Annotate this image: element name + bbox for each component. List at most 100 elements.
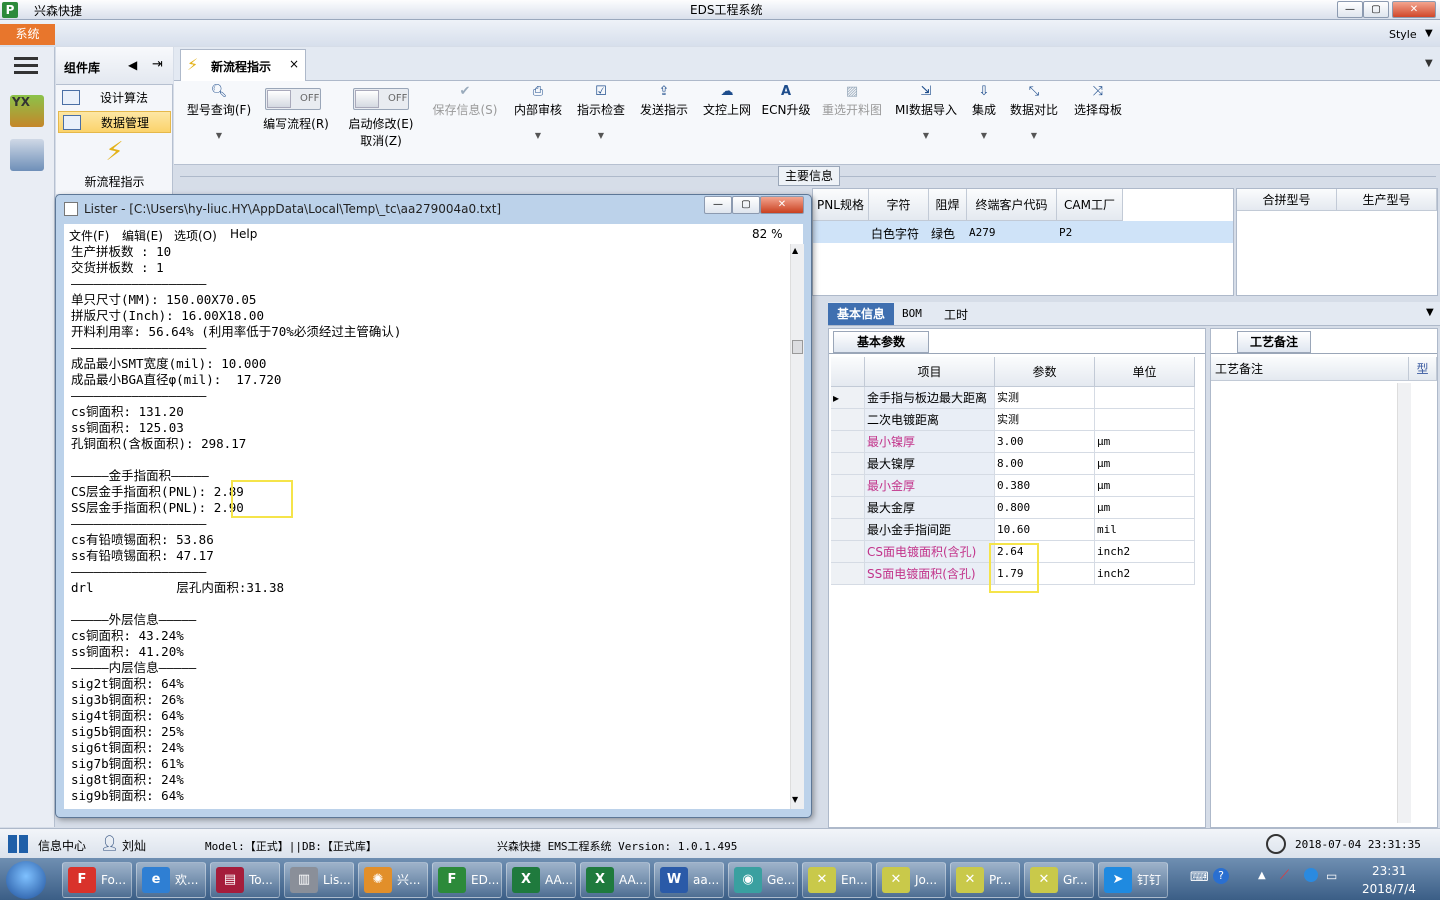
col-header-pnl[interactable]: PNL规格 bbox=[813, 189, 869, 221]
taskbar-item[interactable]: ▤ To... bbox=[210, 862, 280, 898]
table-row[interactable]: 最小金手指间距 10.60 mil bbox=[831, 519, 1195, 541]
internal-review-button[interactable]: ⎙ 内部审核 ▼ bbox=[508, 84, 568, 144]
row-selector[interactable] bbox=[831, 519, 865, 541]
table-row[interactable]: 二次电镀距离 实测 bbox=[831, 409, 1195, 431]
col-header-production-model[interactable]: 生产型号 bbox=[1337, 189, 1437, 211]
tab-list-dropdown-icon[interactable]: ▼ bbox=[1425, 58, 1433, 69]
lister-minimize-button[interactable]: — bbox=[704, 196, 732, 214]
write-flow-toggle[interactable]: OFF bbox=[265, 88, 321, 110]
row-selector[interactable] bbox=[831, 475, 865, 497]
tab-close-icon[interactable]: × bbox=[289, 57, 299, 71]
info-center-link[interactable]: 信息中心 bbox=[38, 837, 86, 854]
send-instruction-button[interactable]: ⇪ 发送指示 bbox=[634, 84, 694, 118]
style-dropdown-icon[interactable]: ▼ bbox=[1425, 28, 1433, 39]
col-header-cam-factory[interactable]: CAM工厂 bbox=[1057, 189, 1123, 221]
col-header-type[interactable]: 型 bbox=[1409, 357, 1437, 381]
maximize-button[interactable]: ▢ bbox=[1363, 1, 1389, 18]
scroll-up-icon[interactable]: ▲ bbox=[792, 246, 798, 255]
col-header-customer-code[interactable]: 终端客户代码 bbox=[967, 189, 1057, 221]
minimize-button[interactable]: — bbox=[1337, 1, 1363, 18]
display-icon[interactable]: ▭ bbox=[1326, 869, 1337, 883]
keyboard-icon[interactable]: ⌨ bbox=[1190, 870, 1209, 885]
table-row[interactable]: 最小金厚 0.380 μm bbox=[831, 475, 1195, 497]
taskbar-item[interactable]: ▥ Lis... bbox=[284, 862, 354, 898]
instruction-check-button[interactable]: ☑ 指示检查 ▼ bbox=[572, 84, 630, 144]
row-selector[interactable] bbox=[831, 409, 865, 431]
lower-tab-dropdown-icon[interactable]: ▼ bbox=[1426, 307, 1434, 318]
doc-control-online-button[interactable]: ☁ 文控上网 bbox=[698, 84, 756, 118]
col-header-param[interactable]: 参数 bbox=[995, 357, 1095, 387]
row-selector[interactable] bbox=[831, 541, 865, 563]
taskbar-item[interactable]: F ED... bbox=[432, 862, 502, 898]
lister-menu-help[interactable]: Help bbox=[230, 227, 257, 241]
table-row[interactable]: ▸ 金手指与板边最大距离 实测 bbox=[831, 387, 1195, 409]
taskbar-item[interactable]: ✕ Gr... bbox=[1024, 862, 1094, 898]
col-header-soldermask[interactable]: 阻焊 bbox=[929, 189, 967, 221]
tab-new-flow[interactable]: ⚡ 新流程指示 × bbox=[180, 49, 306, 82]
calculator-icon[interactable] bbox=[10, 139, 44, 171]
lister-maximize-button[interactable]: ▢ bbox=[732, 196, 760, 214]
col-header-unit[interactable]: 单位 bbox=[1095, 357, 1195, 387]
scroll-thumb[interactable] bbox=[792, 340, 803, 354]
mi-data-import-button[interactable]: ⇲ MI数据导入 ▼ bbox=[892, 84, 960, 144]
reselect-cutting-map-button[interactable]: ▨ 重选开料图 bbox=[816, 84, 888, 118]
tab-process-notes[interactable]: 工艺备注 bbox=[1237, 331, 1311, 353]
hamburger-menu-icon[interactable] bbox=[14, 57, 38, 60]
taskbar-item[interactable]: ◉ Ge... bbox=[728, 862, 798, 898]
table-row[interactable]: 最大金厚 0.800 μm bbox=[831, 497, 1195, 519]
save-info-button[interactable]: ✔ 保存信息(S) bbox=[428, 84, 502, 118]
taskbar-item[interactable]: ➤ 钉钉 bbox=[1098, 862, 1168, 898]
row-selector[interactable] bbox=[831, 431, 865, 453]
tab-work-hours[interactable]: 工时 bbox=[944, 306, 968, 323]
row-selector[interactable]: ▸ bbox=[831, 387, 865, 409]
taskbar-item[interactable]: X AA... bbox=[506, 862, 576, 898]
model-query-button[interactable]: 🔍︎ 型号查询(F) ▼ bbox=[184, 84, 254, 144]
lister-menu-options[interactable]: 选项(O) bbox=[174, 227, 217, 244]
col-header-silkscreen[interactable]: 字符 bbox=[869, 189, 929, 221]
data-compare-button[interactable]: ⤡ 数据对比 ▼ bbox=[1006, 84, 1062, 144]
table-row[interactable]: 最大镍厚 8.00 μm bbox=[831, 453, 1195, 475]
taskbar-item[interactable]: Waa... bbox=[654, 862, 724, 898]
lister-text-area[interactable]: 生产拼板数 : 10 交货拼板数 : 1 —————————————————— 单只尺… bbox=[64, 244, 790, 809]
cancel-edit-button[interactable]: 取消(Z) bbox=[342, 133, 420, 149]
taskbar-item[interactable]: ✺ 兴... bbox=[358, 862, 428, 898]
tab-bom[interactable]: BOM bbox=[902, 307, 922, 320]
notes-scrollbar[interactable] bbox=[1397, 383, 1411, 823]
grid-icon[interactable] bbox=[8, 835, 28, 853]
close-button[interactable]: ✕ bbox=[1392, 1, 1436, 18]
table-row[interactable]: 最小镍厚 3.00 μm bbox=[831, 431, 1195, 453]
new-flow-launcher[interactable]: ⚡ 新流程指示 bbox=[58, 135, 171, 193]
start-edit-toggle[interactable]: OFF bbox=[353, 88, 409, 110]
taskbar-item[interactable]: e 欢... bbox=[136, 862, 206, 898]
tray-app-icon[interactable]: ⟋ bbox=[1280, 868, 1289, 883]
lister-menu-file[interactable]: 文件(F) bbox=[69, 227, 109, 244]
lister-scrollbar[interactable]: ▲ ▼ bbox=[790, 244, 804, 809]
help-icon[interactable]: ? bbox=[1213, 868, 1229, 884]
lister-menu-edit[interactable]: 编辑(E) bbox=[122, 227, 163, 244]
subtab-basic-params[interactable]: 基本参数 bbox=[833, 331, 929, 353]
taskbar-item[interactable]: ✕ Pr... bbox=[950, 862, 1020, 898]
ecn-upgrade-button[interactable]: A ECN升级 bbox=[760, 84, 812, 118]
col-header-process-notes[interactable]: 工艺备注 bbox=[1211, 357, 1409, 381]
taskbar-item[interactable]: X AA... bbox=[580, 862, 650, 898]
network-icon[interactable] bbox=[1304, 868, 1318, 882]
tray-expand-icon[interactable]: ▲ bbox=[1258, 870, 1266, 881]
row-selector[interactable] bbox=[831, 497, 865, 519]
taskbar-item[interactable]: ✕ Jo... bbox=[876, 862, 946, 898]
yx-tool-icon[interactable]: YX bbox=[10, 95, 44, 127]
system-menu-button[interactable]: 系统 bbox=[0, 24, 55, 45]
component-item-design-algorithm[interactable]: 设计算法 bbox=[58, 87, 171, 109]
row-selector[interactable] bbox=[831, 453, 865, 475]
integrate-button[interactable]: ⇩ 集成 ▼ bbox=[964, 84, 1004, 144]
col-header-item[interactable]: 项目 bbox=[865, 357, 995, 387]
tab-basic-info[interactable]: 基本信息 bbox=[828, 303, 894, 325]
lister-close-button[interactable]: ✕ bbox=[760, 196, 804, 214]
table-row[interactable]: 白色字符 绿色 A279 P2 bbox=[813, 221, 1233, 243]
scroll-down-icon[interactable]: ▼ bbox=[792, 795, 798, 804]
pin-icon[interactable]: ⇥ bbox=[152, 57, 163, 72]
select-motherboard-button[interactable]: ⤨ 选择母板 bbox=[1068, 84, 1128, 118]
taskbar-item[interactable]: ✕ En... bbox=[802, 862, 872, 898]
row-selector[interactable] bbox=[831, 563, 865, 585]
taskbar-item[interactable]: F Fo... bbox=[62, 862, 132, 898]
col-header-merge-model[interactable]: 合拼型号 bbox=[1237, 189, 1337, 211]
